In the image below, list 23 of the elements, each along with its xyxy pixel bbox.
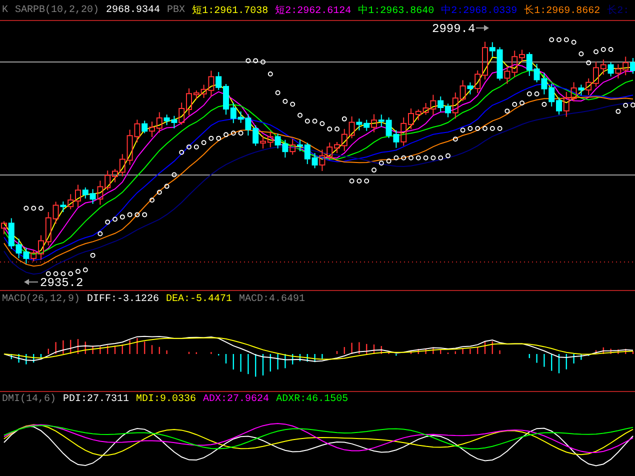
indicator-value: ADXR:46.1505 bbox=[276, 394, 348, 404]
price-label: 2935.2 bbox=[40, 276, 84, 290]
indicator-value: MACD(26,12,9) bbox=[2, 294, 80, 304]
pointer-arrow bbox=[24, 279, 38, 285]
indicator-value: PDI:27.7311 bbox=[63, 394, 130, 404]
indicator-value: 2968.9344 bbox=[106, 4, 160, 16]
indicator-value: 长1:2969.8662 bbox=[524, 4, 600, 17]
indicator-value: MDI:9.0336 bbox=[136, 394, 196, 404]
indicator-value: PBX bbox=[167, 4, 186, 16]
indicator-value: ADX:27.9624 bbox=[203, 394, 270, 404]
price-label: 2999.4 bbox=[432, 22, 476, 36]
indicator-value: 中2:2968.0339 bbox=[441, 4, 518, 17]
indicator-value: K bbox=[2, 4, 8, 16]
indicator-value: SARPB(10,2,20) bbox=[15, 4, 100, 16]
indicator-value: 短1:2961.7038 bbox=[192, 4, 268, 17]
indicator-value: DMI(14,6) bbox=[2, 394, 56, 404]
indicator-value: 短2:2962.6124 bbox=[275, 4, 352, 17]
indicator-value: MACD:4.6491 bbox=[239, 294, 306, 304]
pointer-arrow bbox=[476, 25, 489, 31]
indicator-value: DIFF:-3.1226 bbox=[87, 294, 160, 304]
indicator-value: DEA:-5.4471 bbox=[166, 294, 232, 304]
indicator-value: 长2: bbox=[607, 4, 630, 17]
indicator-value: 中1:2963.8640 bbox=[358, 4, 434, 17]
